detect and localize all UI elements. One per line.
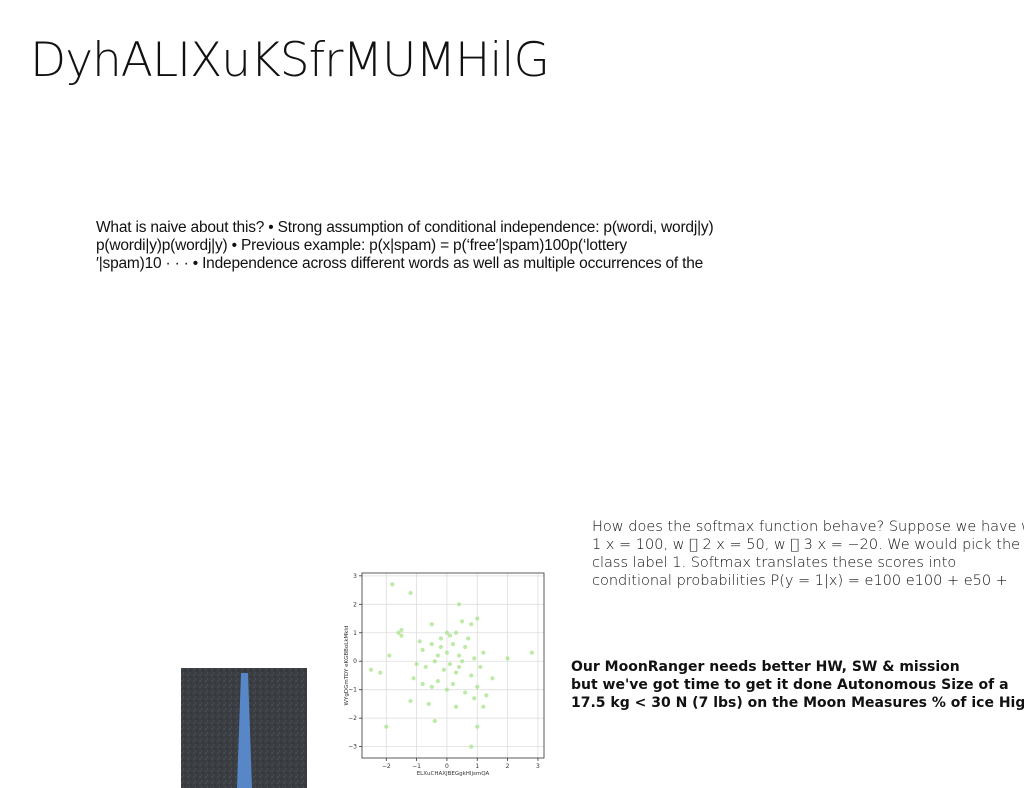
plot-frame [361,572,545,759]
text-line: conditional probabilities P(y = 1|x) = e… [592,573,1008,589]
scatter-point [505,656,510,661]
y-tick-label: −3 [348,744,357,751]
scatter-point [441,667,446,672]
softmax-text-block: How does the softmax function behave? Su… [592,518,1024,590]
scatter-point [384,724,389,729]
scatter-point [435,653,440,658]
scatter-point [450,642,456,647]
scatter-point [460,659,465,664]
scatter-point [435,679,440,684]
x-tick-label: 0 [445,763,449,770]
naive-bayes-text-block: What is naive about this? • Strong assum… [96,219,796,273]
scatter-point [387,653,392,658]
y-tick-label: −2 [348,715,357,722]
x-tick-label: −1 [412,763,421,770]
scatter-point [429,622,434,627]
scatter-point [453,630,459,635]
scatter-point [369,667,374,672]
scatter-point [460,619,465,624]
scatter-point [432,718,437,724]
scatter-point [475,684,480,689]
x-tick-label: −2 [382,763,391,770]
scatter-point [475,724,480,729]
scatter-point [466,636,471,641]
text-line: p(wordi|y)p(wordj|y) • Previous example:… [96,237,627,254]
text-line: How does the softmax function behave? Su… [592,519,1024,535]
scatter-point [429,642,434,647]
scatter-point [463,644,468,650]
scatter-point [456,653,462,658]
y-tick-label: 2 [353,601,357,608]
scatter-point [399,627,404,633]
x-axis-label: ELXuCHAXJBEGgkHljsmQA [417,771,490,777]
x-tick-label: 1 [475,763,479,770]
y-axis-label: WYgDGmTDY eKGBBoLkMkld [344,626,350,706]
page-title: DyhALIXuKSfrMUMHilG [30,33,550,88]
scatter-point [438,644,443,650]
y-tick-label: 0 [353,658,357,665]
scatter-point [411,676,416,681]
scatter-point [414,661,419,667]
moonranger-text-block: Our MoonRanger needs better HW, SW & mis… [571,658,1024,712]
scatter-point [408,590,413,596]
scatter-point [420,647,425,652]
scatter-point [475,616,480,621]
y-tick-label: 3 [353,573,357,580]
text-line: ′|spam)10 · · · • Independence across di… [96,255,704,272]
scatter-point [432,659,437,664]
scatter-point [429,684,434,689]
scatter-point [469,673,474,678]
scatter-point [420,681,425,687]
scatter-point [481,650,486,655]
text-line: 17.5 kg < 30 N (7 lbs) on the Moon Measu… [571,695,1024,711]
text-line: but we've got time to get it done Autono… [571,677,1009,693]
scatter-point [408,698,413,704]
text-line: class label 1. Softmax translates these … [592,555,957,571]
scatter-point [417,639,422,644]
scatter-point [469,622,474,627]
scatter-point [456,664,462,670]
y-tick-label: 1 [353,630,357,637]
scatter-point [444,650,450,655]
scatter-chart: −2 −1 0 1 2 33210−1−2−3ELXuCHAXJBEGgkHljsmQAW… [344,572,545,777]
scatter-point [469,744,474,749]
scatter-point [426,701,431,707]
scatter-point [463,690,468,695]
scatter-point [438,636,443,641]
x-tick-label: 2 [506,763,510,770]
text-line: 1 x = 100, w ⃞ 2 x = 50, w ⃞ 3 x = −20. … [592,537,1021,553]
scatter-point [447,633,453,638]
road-photo [181,668,307,788]
scatter-point [423,664,428,670]
scatter-point [447,661,453,667]
scatter-point [390,582,395,587]
scatter-point [453,704,459,709]
x-tick-label: 3 [536,763,540,770]
scatter-point [399,633,404,638]
scatter-point [478,664,483,670]
scatter-point [378,670,383,675]
scatter-point [472,696,477,701]
scatter-point [444,687,450,692]
scatter-point [453,670,459,675]
scatter-point [456,602,462,607]
scatter-point [490,676,495,681]
text-line: Our MoonRanger needs better HW, SW & mis… [571,659,960,675]
scatter-point [450,681,456,687]
scatter-point [481,704,486,709]
text-line: What is naive about this? • Strong assum… [96,219,714,236]
scatter-point [472,656,477,661]
scatter-point [484,693,489,698]
scatter-point [529,650,534,655]
